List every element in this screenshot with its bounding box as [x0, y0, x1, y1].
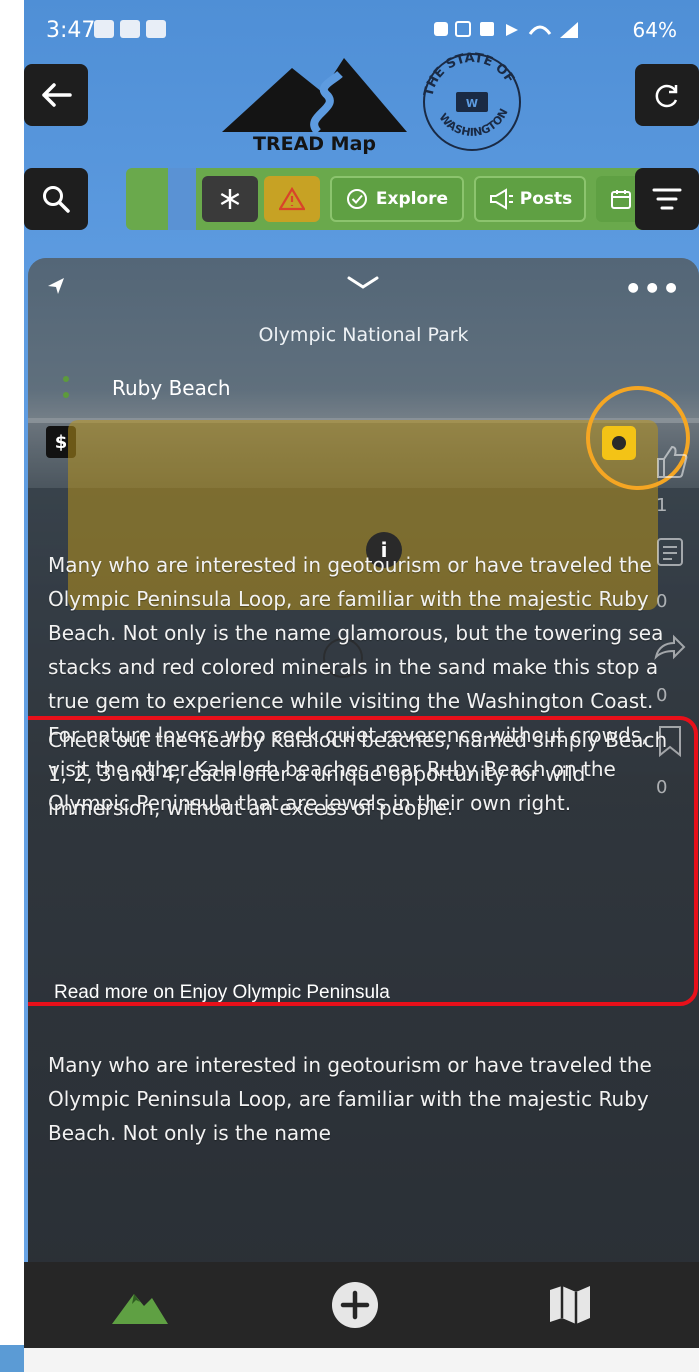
posts-filter-chip[interactable]: Posts [474, 176, 586, 222]
svg-text:W: W [466, 97, 478, 110]
phone-screen: 3:47 64% TREAD Map THE STATE OF WASHINGT… [24, 0, 699, 1372]
svg-text:THE STATE OF: THE STATE OF [421, 51, 517, 98]
sheet-toolbar: ••• [28, 272, 699, 305]
trail-marker-icon [63, 376, 69, 398]
filter-icon [652, 188, 682, 210]
like-count: 1 [656, 495, 668, 516]
slide-selection-marker [0, 1345, 24, 1372]
plus-circle-icon[interactable] [330, 1280, 380, 1330]
description-paragraph: Many who are interested in geotourism or… [48, 1053, 652, 1145]
park-name: Olympic National Park [258, 324, 469, 346]
place-title-row: Ruby Beach [58, 368, 231, 408]
category-divider [168, 168, 196, 230]
refresh-button[interactable] [635, 64, 699, 126]
washington-state-seal: THE STATE OF WASHINGTON W [421, 51, 521, 151]
chevron-down-icon[interactable] [346, 274, 380, 292]
posts-label: Posts [519, 189, 573, 209]
mountain-logo-graphic [222, 58, 407, 135]
thumbs-up-icon[interactable] [652, 443, 688, 479]
location-detail-sheet: ••• Olympic National Park Ruby Beach $ i… [28, 258, 699, 1372]
navigation-arrow-icon[interactable] [46, 276, 66, 296]
map-icon[interactable] [548, 1284, 592, 1324]
place-name: Ruby Beach [112, 376, 231, 400]
explore-label: Explore [375, 189, 449, 209]
tread-map-logo: TREAD Map [222, 50, 407, 162]
alerts-filter-chip[interactable] [264, 176, 320, 222]
back-arrow-icon [42, 83, 72, 107]
winter-filter-chip[interactable] [202, 176, 258, 222]
back-button[interactable] [24, 64, 88, 126]
check-circle-icon [346, 189, 367, 209]
annotation-highlight-box [28, 716, 698, 1006]
gallery-icon [146, 20, 166, 38]
calendar-icon [611, 190, 631, 209]
category-bar: Explore Posts [126, 168, 646, 230]
search-icon [43, 186, 70, 213]
mountains-icon[interactable] [110, 1284, 170, 1326]
notification-icon [94, 20, 114, 38]
notification-icon [120, 20, 140, 38]
refresh-icon [655, 84, 678, 108]
system-status-icons [434, 21, 578, 38]
snowflake-icon [220, 189, 240, 209]
explore-filter-chip[interactable]: Explore [330, 176, 464, 222]
system-gesture-bar [24, 1348, 699, 1372]
battery-level: 64% [632, 18, 677, 42]
megaphone-icon [489, 188, 513, 210]
more-dots-icon[interactable]: ••• [624, 272, 681, 305]
left-margin [0, 0, 24, 1372]
search-button[interactable] [24, 168, 88, 230]
status-time: 3:47 [46, 18, 96, 43]
filter-menu-button[interactable] [635, 168, 699, 230]
app-name: TREAD Map [253, 133, 376, 155]
warning-icon [279, 187, 305, 211]
bottom-navigation [24, 1262, 699, 1348]
